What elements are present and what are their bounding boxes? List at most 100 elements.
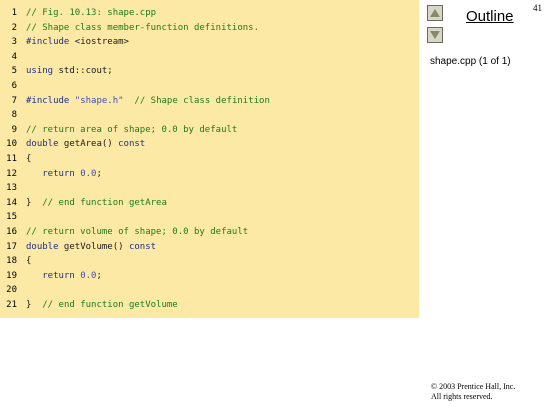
copyright-notice: © 2003 Prentice Hall, Inc. All rights re…	[431, 382, 515, 402]
code-token-plain: std::cout;	[53, 66, 113, 77]
code-line: 20	[0, 283, 419, 297]
code-text: double getVolume() const	[26, 240, 156, 254]
line-number: 19	[6, 270, 17, 281]
code-text: {	[26, 254, 31, 268]
code-token-plain: }	[26, 197, 43, 208]
line-number: 21	[6, 300, 17, 310]
line-number: 20	[6, 285, 17, 296]
code-token-plain: }	[26, 300, 43, 310]
code-token-plain: getVolume()	[58, 241, 129, 252]
code-line: 8	[0, 108, 419, 122]
code-token-comment: // end function getVolume	[42, 300, 178, 310]
line-number: 16	[6, 227, 17, 237]
code-token-keyword: const	[118, 139, 146, 150]
code-line: 7 #include "shape.h" // Shape class defin…	[0, 94, 419, 108]
code-token-keyword: double	[26, 139, 59, 150]
line-number: 6	[11, 81, 17, 91]
line-number: 4	[11, 51, 17, 62]
code-line: 19 return 0.0;	[0, 269, 419, 283]
code-line: 12 return 0.0;	[0, 167, 419, 181]
code-text: #include "shape.h" // Shape class defini…	[26, 94, 270, 108]
code-line: 13	[0, 181, 419, 195]
line-number: 12	[6, 168, 17, 179]
code-text: // Shape class member-function definitio…	[26, 21, 259, 35]
code-text: return 0.0;	[26, 167, 102, 181]
line-number: 9	[11, 124, 17, 135]
code-line: 17 double getVolume() const	[0, 240, 419, 254]
code-token-keyword: #include	[26, 95, 70, 106]
line-number: 14	[6, 197, 17, 208]
code-line: 21} // end function getVolume	[0, 298, 419, 312]
slide-number: 41	[533, 3, 542, 13]
code-text: double getArea() const	[26, 137, 145, 151]
code-token-comment: // return volume of shape; 0.0 by defaul…	[26, 227, 249, 237]
code-token-plain: getArea()	[58, 139, 119, 150]
code-token-comment: // Shape class definition	[134, 95, 270, 106]
code-token-keyword: return	[42, 168, 75, 179]
code-text: // return area of shape; 0.0 by default	[26, 123, 237, 137]
code-line: 14} // end function getArea	[0, 196, 419, 210]
line-number: 18	[6, 256, 17, 267]
code-line: 9 // return area of shape; 0.0 by default	[0, 123, 419, 137]
triangle-down-icon	[430, 31, 440, 39]
code-line: 2 // Shape class member-function definiti…	[0, 21, 419, 35]
line-number: 15	[6, 212, 17, 223]
code-line: 15	[0, 210, 419, 224]
line-number: 5	[11, 66, 17, 77]
code-line: 1 // Fig. 10.13: shape.cpp	[0, 6, 419, 20]
line-number: 17	[6, 241, 17, 252]
code-panel: 1 // Fig. 10.13: shape.cpp 2 // Shape class…	[0, 0, 419, 318]
line-number: 13	[6, 183, 17, 194]
code-token-plain: ;	[96, 168, 102, 179]
code-line: 18 {	[0, 254, 419, 268]
code-token-num: 0.0	[80, 168, 97, 179]
line-number: 2	[11, 22, 17, 33]
code-text: #include <iostream>	[26, 35, 129, 49]
code-text: } // end function getArea	[26, 196, 167, 210]
code-line: 4	[0, 50, 419, 64]
code-line: 11 {	[0, 152, 419, 166]
code-token-comment: // end function getArea	[42, 197, 167, 208]
code-line: 5 using std::cout;	[0, 64, 419, 78]
code-line: 6	[0, 79, 419, 93]
line-number: 10	[6, 139, 17, 150]
code-token-plain: {	[26, 256, 32, 267]
copyright-line-2: All rights reserved.	[431, 392, 493, 401]
code-token-string: "shape.h"	[74, 95, 124, 106]
outline-up-button[interactable]	[427, 5, 443, 21]
code-token-keyword: double	[26, 241, 59, 252]
code-text: using std::cout;	[26, 64, 113, 78]
code-token-comment: // Fig. 10.13: shape.cpp	[26, 8, 157, 18]
code-token-comment: // Shape class member-function definitio…	[26, 22, 259, 33]
line-number: 8	[11, 110, 17, 121]
line-number: 3	[11, 37, 17, 48]
code-token-comment: // return area of shape; 0.0 by default	[26, 124, 238, 135]
line-number: 11	[6, 154, 17, 164]
outline-item[interactable]: shape.cpp (1 of 1)	[430, 56, 511, 67]
code-token-plain: <iostream>	[69, 37, 129, 48]
code-token-keyword: using	[26, 66, 54, 77]
code-text: return 0.0;	[26, 269, 102, 283]
code-token-keyword: const	[128, 241, 157, 252]
code-token-num: 0.0	[80, 270, 97, 281]
copyright-line-1: © 2003 Prentice Hall, Inc.	[431, 382, 516, 391]
line-number: 7	[11, 95, 17, 106]
outline-title-link[interactable]: Outline	[466, 8, 514, 25]
code-line: 3 #include <iostream>	[0, 35, 419, 49]
code-token-plain: {	[26, 154, 32, 164]
code-text: // Fig. 10.13: shape.cpp	[26, 6, 156, 20]
code-text: {	[26, 152, 31, 166]
code-token-keyword: return	[42, 270, 75, 281]
code-token-plain: ;	[96, 270, 102, 281]
code-token-keyword: #include	[26, 37, 70, 48]
code-text: // return volume of shape; 0.0 by defaul…	[26, 225, 248, 239]
code-text: } // end function getVolume	[26, 298, 178, 312]
triangle-up-icon	[430, 9, 440, 17]
code-line: 10 double getArea() const	[0, 137, 419, 151]
code-line: 16 // return volume of shape; 0.0 by defa…	[0, 225, 419, 239]
line-number: 1	[11, 8, 17, 18]
outline-down-button[interactable]	[427, 27, 443, 43]
